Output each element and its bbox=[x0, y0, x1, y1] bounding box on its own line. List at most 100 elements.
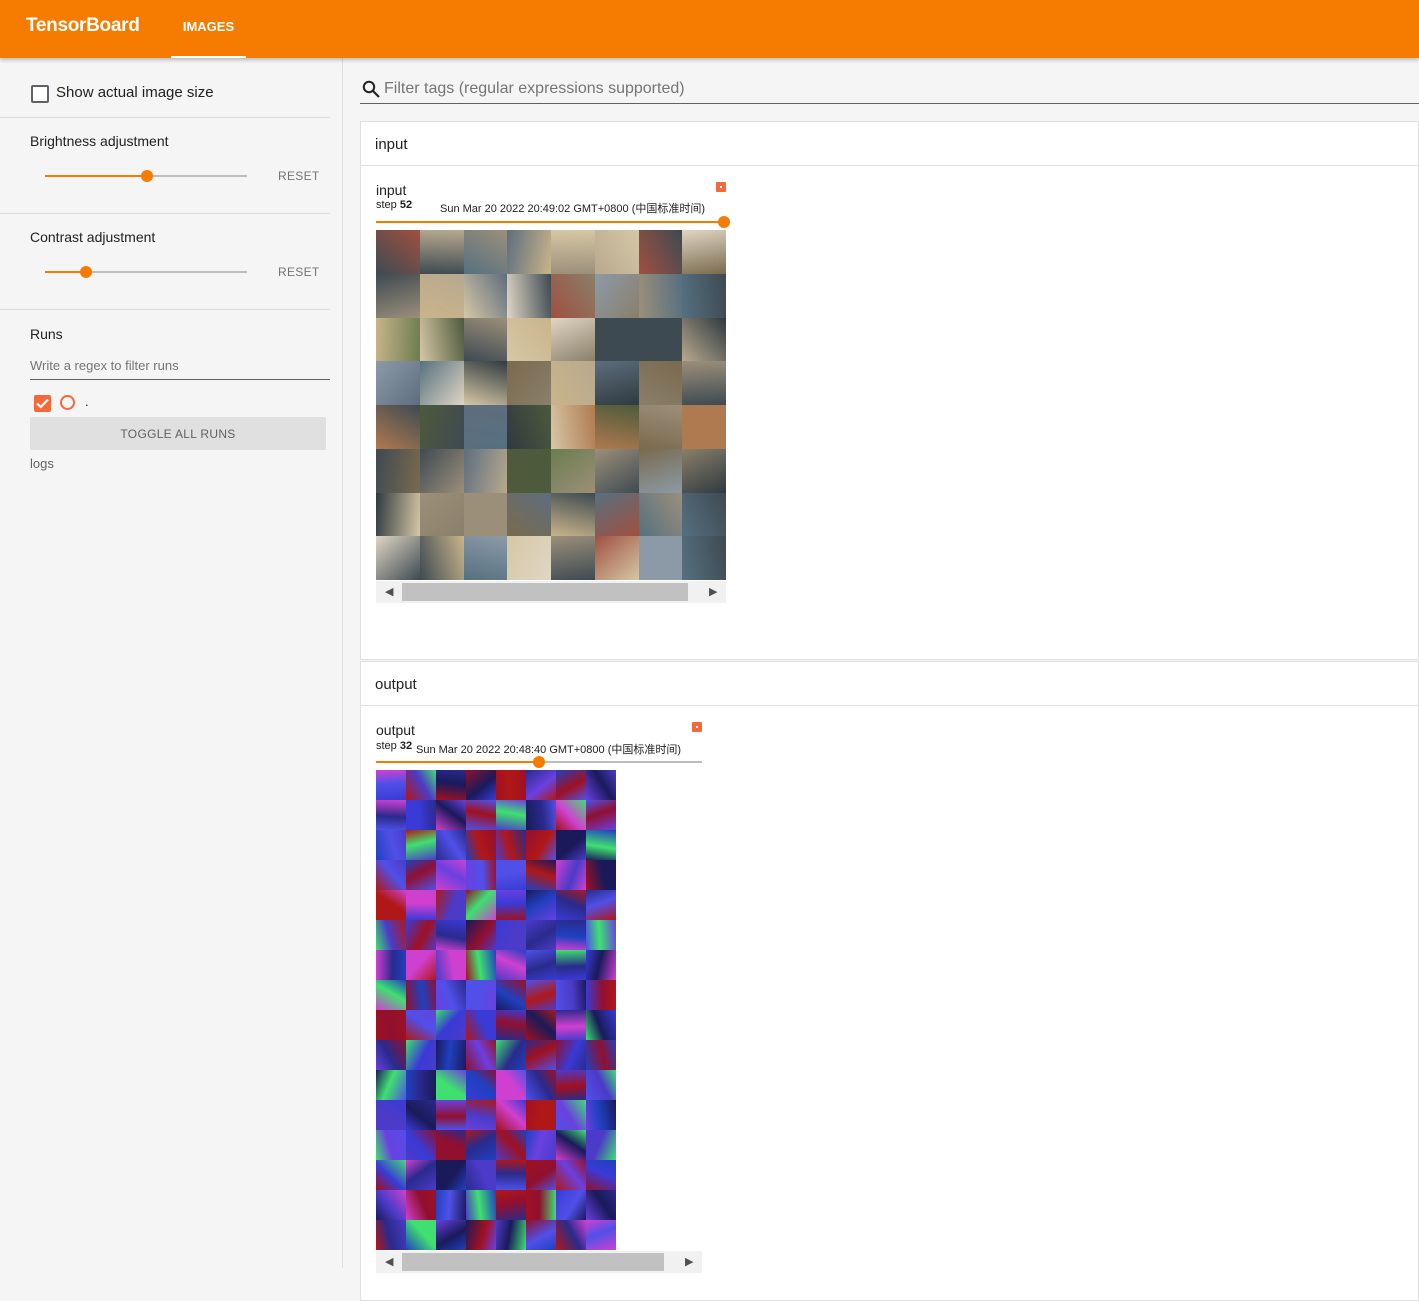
output-thumbnail bbox=[556, 920, 586, 950]
output-thumbnail bbox=[376, 1160, 406, 1190]
output-thumbnail bbox=[466, 1190, 496, 1220]
runs-filter-input[interactable]: Write a regex to filter runs bbox=[30, 354, 330, 380]
output-thumbnail bbox=[436, 860, 466, 890]
step-slider-fill bbox=[376, 761, 539, 763]
output-thumbnail bbox=[556, 1130, 586, 1160]
contrast-reset-button[interactable]: RESET bbox=[278, 265, 320, 279]
output-thumbnail bbox=[556, 1100, 586, 1130]
scroll-right-icon[interactable]: ▶ bbox=[685, 1255, 693, 1268]
output-thumbnail bbox=[466, 1070, 496, 1100]
output-thumbnail bbox=[406, 980, 436, 1010]
input-thumbnail bbox=[507, 317, 551, 362]
brightness-slider-knob[interactable] bbox=[141, 170, 153, 182]
output-thumbnail bbox=[436, 1100, 466, 1130]
output-thumbnail bbox=[466, 800, 496, 830]
input-image-grid[interactable] bbox=[376, 230, 726, 580]
output-thumbnail bbox=[406, 890, 436, 920]
output-thumbnail bbox=[496, 1070, 526, 1100]
output-thumbnail bbox=[496, 1130, 526, 1160]
input-thumbnail bbox=[376, 273, 420, 318]
brightness-reset-button[interactable]: RESET bbox=[278, 169, 320, 183]
input-thumbnail bbox=[507, 230, 551, 274]
group-title: output bbox=[375, 676, 417, 693]
image-card-title: output bbox=[376, 722, 415, 738]
scroll-thumb[interactable] bbox=[402, 583, 688, 601]
output-thumbnail bbox=[586, 1010, 616, 1040]
output-thumbnail bbox=[586, 1040, 616, 1070]
run-checkbox[interactable] bbox=[34, 395, 51, 412]
input-thumbnail bbox=[463, 448, 508, 493]
input-thumbnail bbox=[551, 361, 595, 405]
scroll-right-icon[interactable]: ▶ bbox=[709, 585, 717, 598]
step-slider-knob[interactable] bbox=[533, 756, 545, 768]
scroll-thumb[interactable] bbox=[402, 1253, 664, 1271]
output-thumbnail bbox=[436, 1010, 466, 1040]
output-thumbnail bbox=[556, 1040, 586, 1070]
output-thumbnail bbox=[556, 890, 586, 920]
output-thumbnail bbox=[526, 890, 556, 920]
output-thumbnail bbox=[466, 1040, 496, 1070]
output-thumbnail bbox=[586, 920, 616, 950]
input-thumbnail bbox=[419, 230, 464, 274]
input-thumbnail bbox=[638, 230, 683, 274]
output-thumbnail bbox=[376, 770, 406, 800]
scroll-left-icon[interactable]: ◀ bbox=[385, 585, 393, 598]
input-thumbnail bbox=[594, 405, 639, 449]
tag-filter-placeholder: Filter tags (regular expressions support… bbox=[384, 80, 685, 97]
run-name: . bbox=[85, 394, 89, 409]
output-thumbnail bbox=[376, 1040, 406, 1070]
input-thumbnail bbox=[551, 273, 595, 318]
input-thumbnail bbox=[594, 492, 639, 537]
output-thumbnail bbox=[406, 1220, 436, 1250]
input-thumbnail bbox=[682, 405, 726, 449]
tag-filter-input[interactable]: Filter tags (regular expressions support… bbox=[360, 77, 1419, 104]
card-header[interactable]: input bbox=[361, 122, 1418, 166]
input-thumbnail bbox=[638, 536, 683, 580]
contrast-slider-knob[interactable] bbox=[80, 266, 92, 278]
scroll-left-icon[interactable]: ◀ bbox=[385, 1255, 393, 1268]
horizontal-scrollbar[interactable]: ◀ ▶ bbox=[376, 1251, 702, 1273]
output-thumbnail bbox=[586, 830, 616, 860]
toggle-all-runs-button[interactable]: TOGGLE ALL RUNS bbox=[30, 417, 326, 450]
step-slider-knob[interactable] bbox=[718, 216, 730, 228]
input-thumbnail bbox=[463, 536, 508, 580]
input-thumbnail bbox=[682, 492, 726, 537]
output-thumbnail bbox=[406, 860, 436, 890]
output-thumbnail bbox=[376, 920, 406, 950]
output-thumbnail bbox=[406, 770, 436, 800]
tab-images[interactable]: IMAGES bbox=[171, 0, 246, 58]
input-thumbnail bbox=[376, 230, 420, 274]
contrast-label: Contrast adjustment bbox=[30, 229, 156, 245]
output-thumbnail bbox=[376, 1010, 406, 1040]
card-header[interactable]: output bbox=[361, 662, 1418, 706]
input-thumbnail bbox=[594, 317, 639, 362]
output-thumbnail bbox=[466, 1130, 496, 1160]
input-thumbnail bbox=[419, 273, 464, 318]
input-thumbnail bbox=[638, 448, 683, 493]
input-thumbnail bbox=[594, 361, 639, 405]
run-color-indicator[interactable] bbox=[60, 395, 75, 410]
output-thumbnail bbox=[526, 920, 556, 950]
output-thumbnail bbox=[496, 1010, 526, 1040]
brightness-label: Brightness adjustment bbox=[30, 133, 169, 149]
input-thumbnail bbox=[463, 230, 508, 274]
output-thumbnail bbox=[496, 770, 526, 800]
output-image-grid[interactable] bbox=[376, 770, 616, 1250]
horizontal-scrollbar[interactable]: ◀ ▶ bbox=[376, 581, 726, 603]
app-title: TensorBoard bbox=[26, 15, 140, 36]
output-thumbnail bbox=[526, 770, 556, 800]
output-thumbnail bbox=[496, 1160, 526, 1190]
output-thumbnail bbox=[496, 860, 526, 890]
input-thumbnail bbox=[419, 361, 464, 405]
input-thumbnail bbox=[682, 273, 726, 318]
output-thumbnail bbox=[586, 1100, 616, 1130]
step-slider-track[interactable] bbox=[376, 221, 725, 223]
output-thumbnail bbox=[496, 890, 526, 920]
show-actual-size-checkbox[interactable] bbox=[31, 85, 49, 103]
output-thumbnail bbox=[526, 1130, 556, 1160]
input-thumbnail bbox=[507, 448, 551, 493]
output-thumbnail bbox=[376, 830, 406, 860]
output-thumbnail bbox=[556, 800, 586, 830]
brightness-slider-fill bbox=[45, 175, 147, 177]
output-thumbnail bbox=[526, 1040, 556, 1070]
